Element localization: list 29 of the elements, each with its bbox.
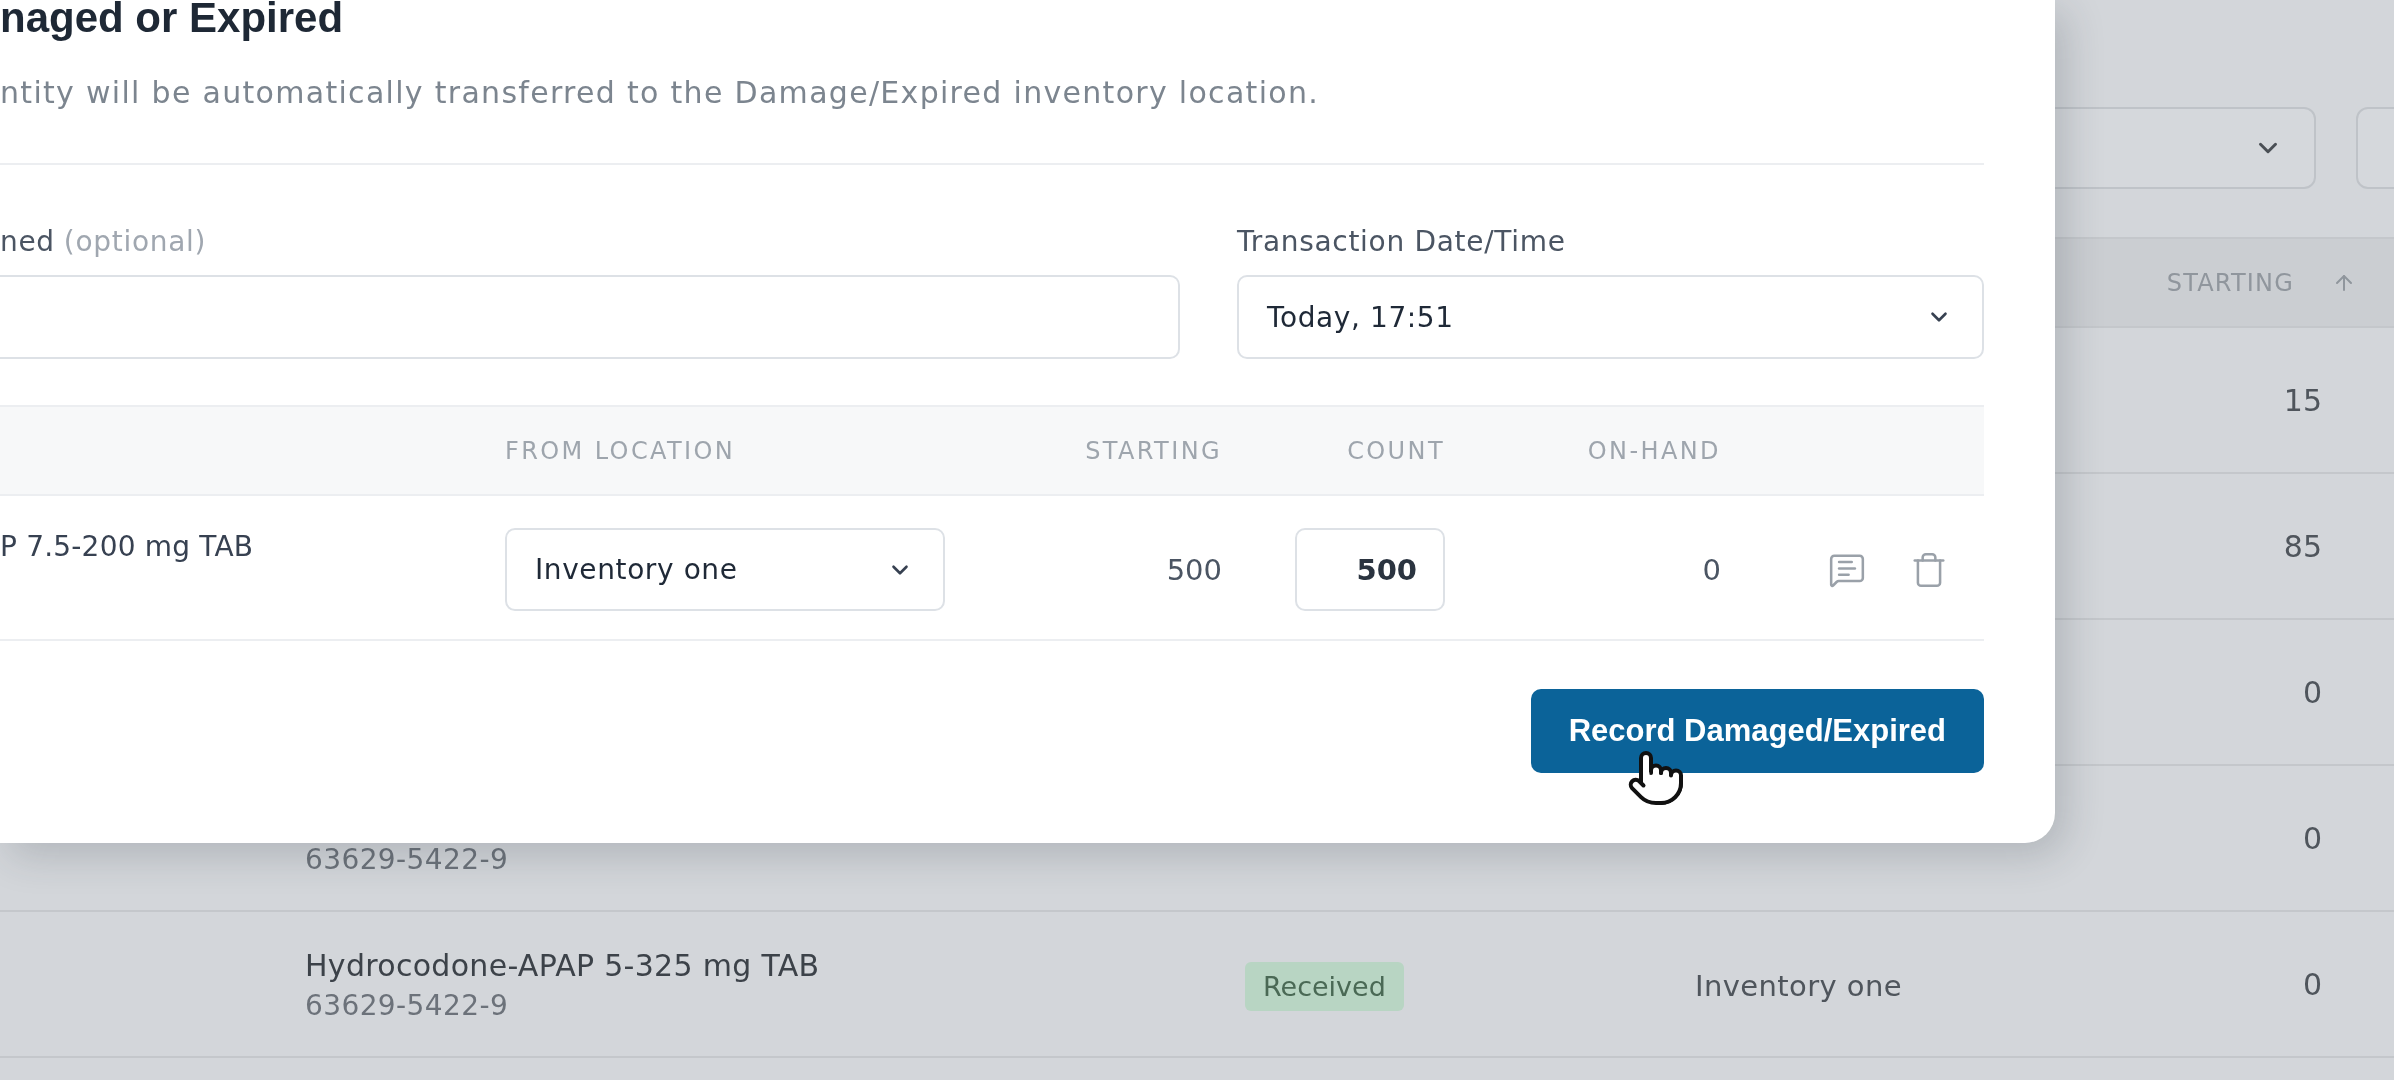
column-header: FROM LOCATION (505, 436, 736, 465)
table-cell: 0 (2302, 674, 2322, 710)
trash-icon[interactable] (1910, 550, 1948, 589)
dialog-title: naged or Expired (0, 0, 344, 41)
table-cell: 85 (2283, 528, 2322, 564)
location-text: Inventory one (1695, 969, 1902, 1003)
text-input-field[interactable] (0, 275, 1180, 359)
table-cell: 500 (1166, 552, 1222, 587)
column-header: COUNT (1347, 436, 1445, 465)
date-time-select[interactable]: Today, 17:51 (1237, 275, 1984, 359)
table-cell: 0 (2302, 966, 2322, 1002)
column-header: ON-HAND (1587, 436, 1721, 465)
count-input[interactable]: 500 (1295, 528, 1445, 611)
table-cell: 15 (2283, 382, 2322, 418)
hand-cursor-icon (1626, 748, 1686, 808)
dialog-description: ntity will be automatically transferred to the Damage/Expired inventory location. (0, 74, 1320, 112)
product-code: 63629-5422-9 (305, 988, 509, 1024)
column-header: STARTING (1085, 436, 1222, 465)
status-badge: Received (1245, 961, 1404, 1011)
table-cell: 0 (2302, 820, 2322, 856)
product-name: Hydrocodone-APAP 5-325 mg TAB (305, 947, 820, 985)
product-code: 63629-5422-9 (305, 842, 509, 878)
table-cell: 0 (1702, 552, 1721, 587)
optional-hint: (optional) (63, 224, 207, 258)
field-label: Transaction Date/Time (1237, 224, 1566, 258)
record-damaged-expired-button[interactable]: Record Damaged/Expired (1530, 689, 1984, 773)
location-select[interactable]: Inventory one (505, 528, 945, 611)
item-name: P 7.5-200 mg TAB (0, 529, 254, 565)
field-label: ned (0, 224, 55, 258)
